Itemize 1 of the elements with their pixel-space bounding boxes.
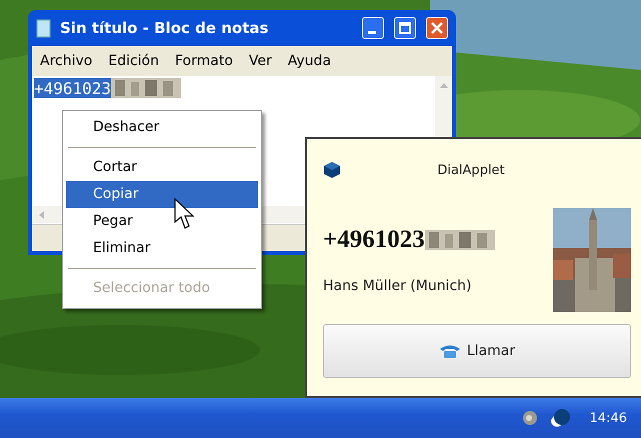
clock: 14:46 xyxy=(590,410,627,426)
